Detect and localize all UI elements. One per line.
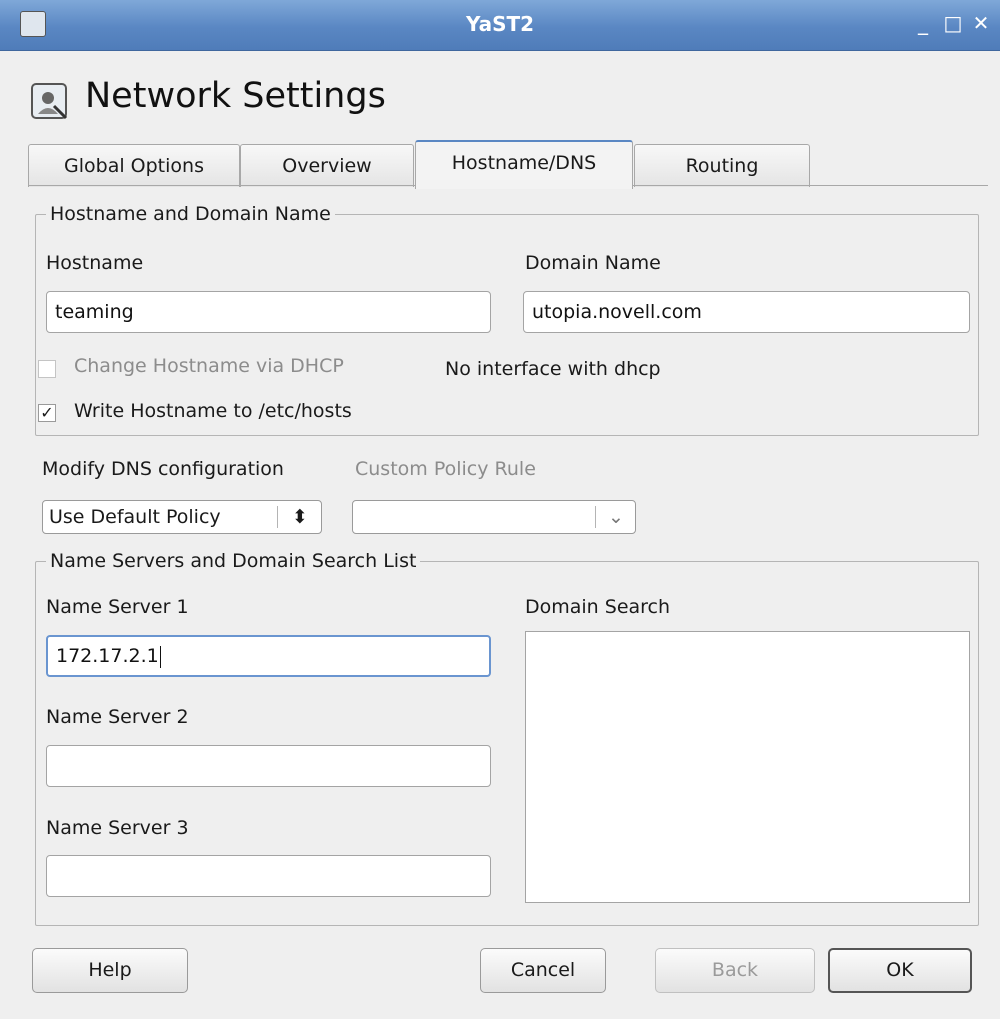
modify-dns-label: Modify DNS configuration xyxy=(42,458,284,480)
tab-hostname-dns[interactable]: Hostname/DNS xyxy=(415,140,633,189)
select-separator xyxy=(277,506,278,528)
tab-routing[interactable]: Routing xyxy=(634,144,810,187)
name-server-3-label: Name Server 3 xyxy=(46,817,189,839)
dhcp-status-text: No interface with dhcp xyxy=(445,358,661,380)
change-hostname-dhcp-checkbox[interactable] xyxy=(38,360,56,378)
name-server-1-label: Name Server 1 xyxy=(46,596,189,618)
tab-global-options[interactable]: Global Options xyxy=(28,144,240,187)
write-hostname-hosts-checkbox[interactable]: ✓ xyxy=(38,404,56,422)
ok-button[interactable]: OK xyxy=(828,948,972,993)
back-button[interactable]: Back xyxy=(655,948,815,993)
tab-bar: Global Options Overview Hostname/DNS Rou… xyxy=(28,140,988,189)
combo-separator xyxy=(595,506,596,528)
name-server-1-value: 172.17.2.1 xyxy=(56,645,159,667)
name-server-1-input[interactable]: 172.17.2.1 xyxy=(46,635,491,677)
minimize-button[interactable]: _ xyxy=(912,13,934,33)
custom-policy-rule-combo[interactable]: ⌄ xyxy=(352,500,636,534)
window-title: YaST2 xyxy=(465,12,535,36)
cancel-button[interactable]: Cancel xyxy=(480,948,606,993)
write-hostname-hosts-label: Write Hostname to /etc/hosts xyxy=(74,400,352,422)
modify-dns-value: Use Default Policy xyxy=(49,506,221,528)
domain-name-label: Domain Name xyxy=(525,252,661,274)
name-server-2-label: Name Server 2 xyxy=(46,706,189,728)
change-hostname-dhcp-label: Change Hostname via DHCP xyxy=(74,355,344,377)
hostname-domain-legend: Hostname and Domain Name xyxy=(46,203,335,225)
window-titlebar[interactable]: YaST2 _ □ ✕ xyxy=(0,0,1000,51)
chevron-down-icon: ⌄ xyxy=(608,506,624,528)
tab-overview[interactable]: Overview xyxy=(240,144,414,187)
domain-search-label: Domain Search xyxy=(525,596,671,618)
close-window-button[interactable]: ✕ xyxy=(970,13,992,33)
name-server-2-input[interactable] xyxy=(46,745,491,787)
updown-arrow-icon: ⬍ xyxy=(292,506,308,528)
hostname-input[interactable]: teaming xyxy=(46,291,491,333)
name-server-3-input[interactable] xyxy=(46,855,491,897)
modify-dns-select[interactable]: Use Default Policy ⬍ xyxy=(42,500,322,534)
maximize-button[interactable]: □ xyxy=(942,13,964,33)
nameservers-legend: Name Servers and Domain Search List xyxy=(46,550,421,572)
help-button[interactable]: Help xyxy=(32,948,188,993)
network-settings-icon xyxy=(31,83,68,120)
text-caret xyxy=(159,645,161,668)
page-title: Network Settings xyxy=(85,76,386,116)
hostname-label: Hostname xyxy=(46,252,144,274)
domain-search-list[interactable] xyxy=(525,631,970,903)
custom-policy-rule-label: Custom Policy Rule xyxy=(355,458,536,480)
yast2-window: YaST2 _ □ ✕ Network Settings Global Opti… xyxy=(0,0,1000,1019)
domain-name-input[interactable]: utopia.novell.com xyxy=(523,291,970,333)
